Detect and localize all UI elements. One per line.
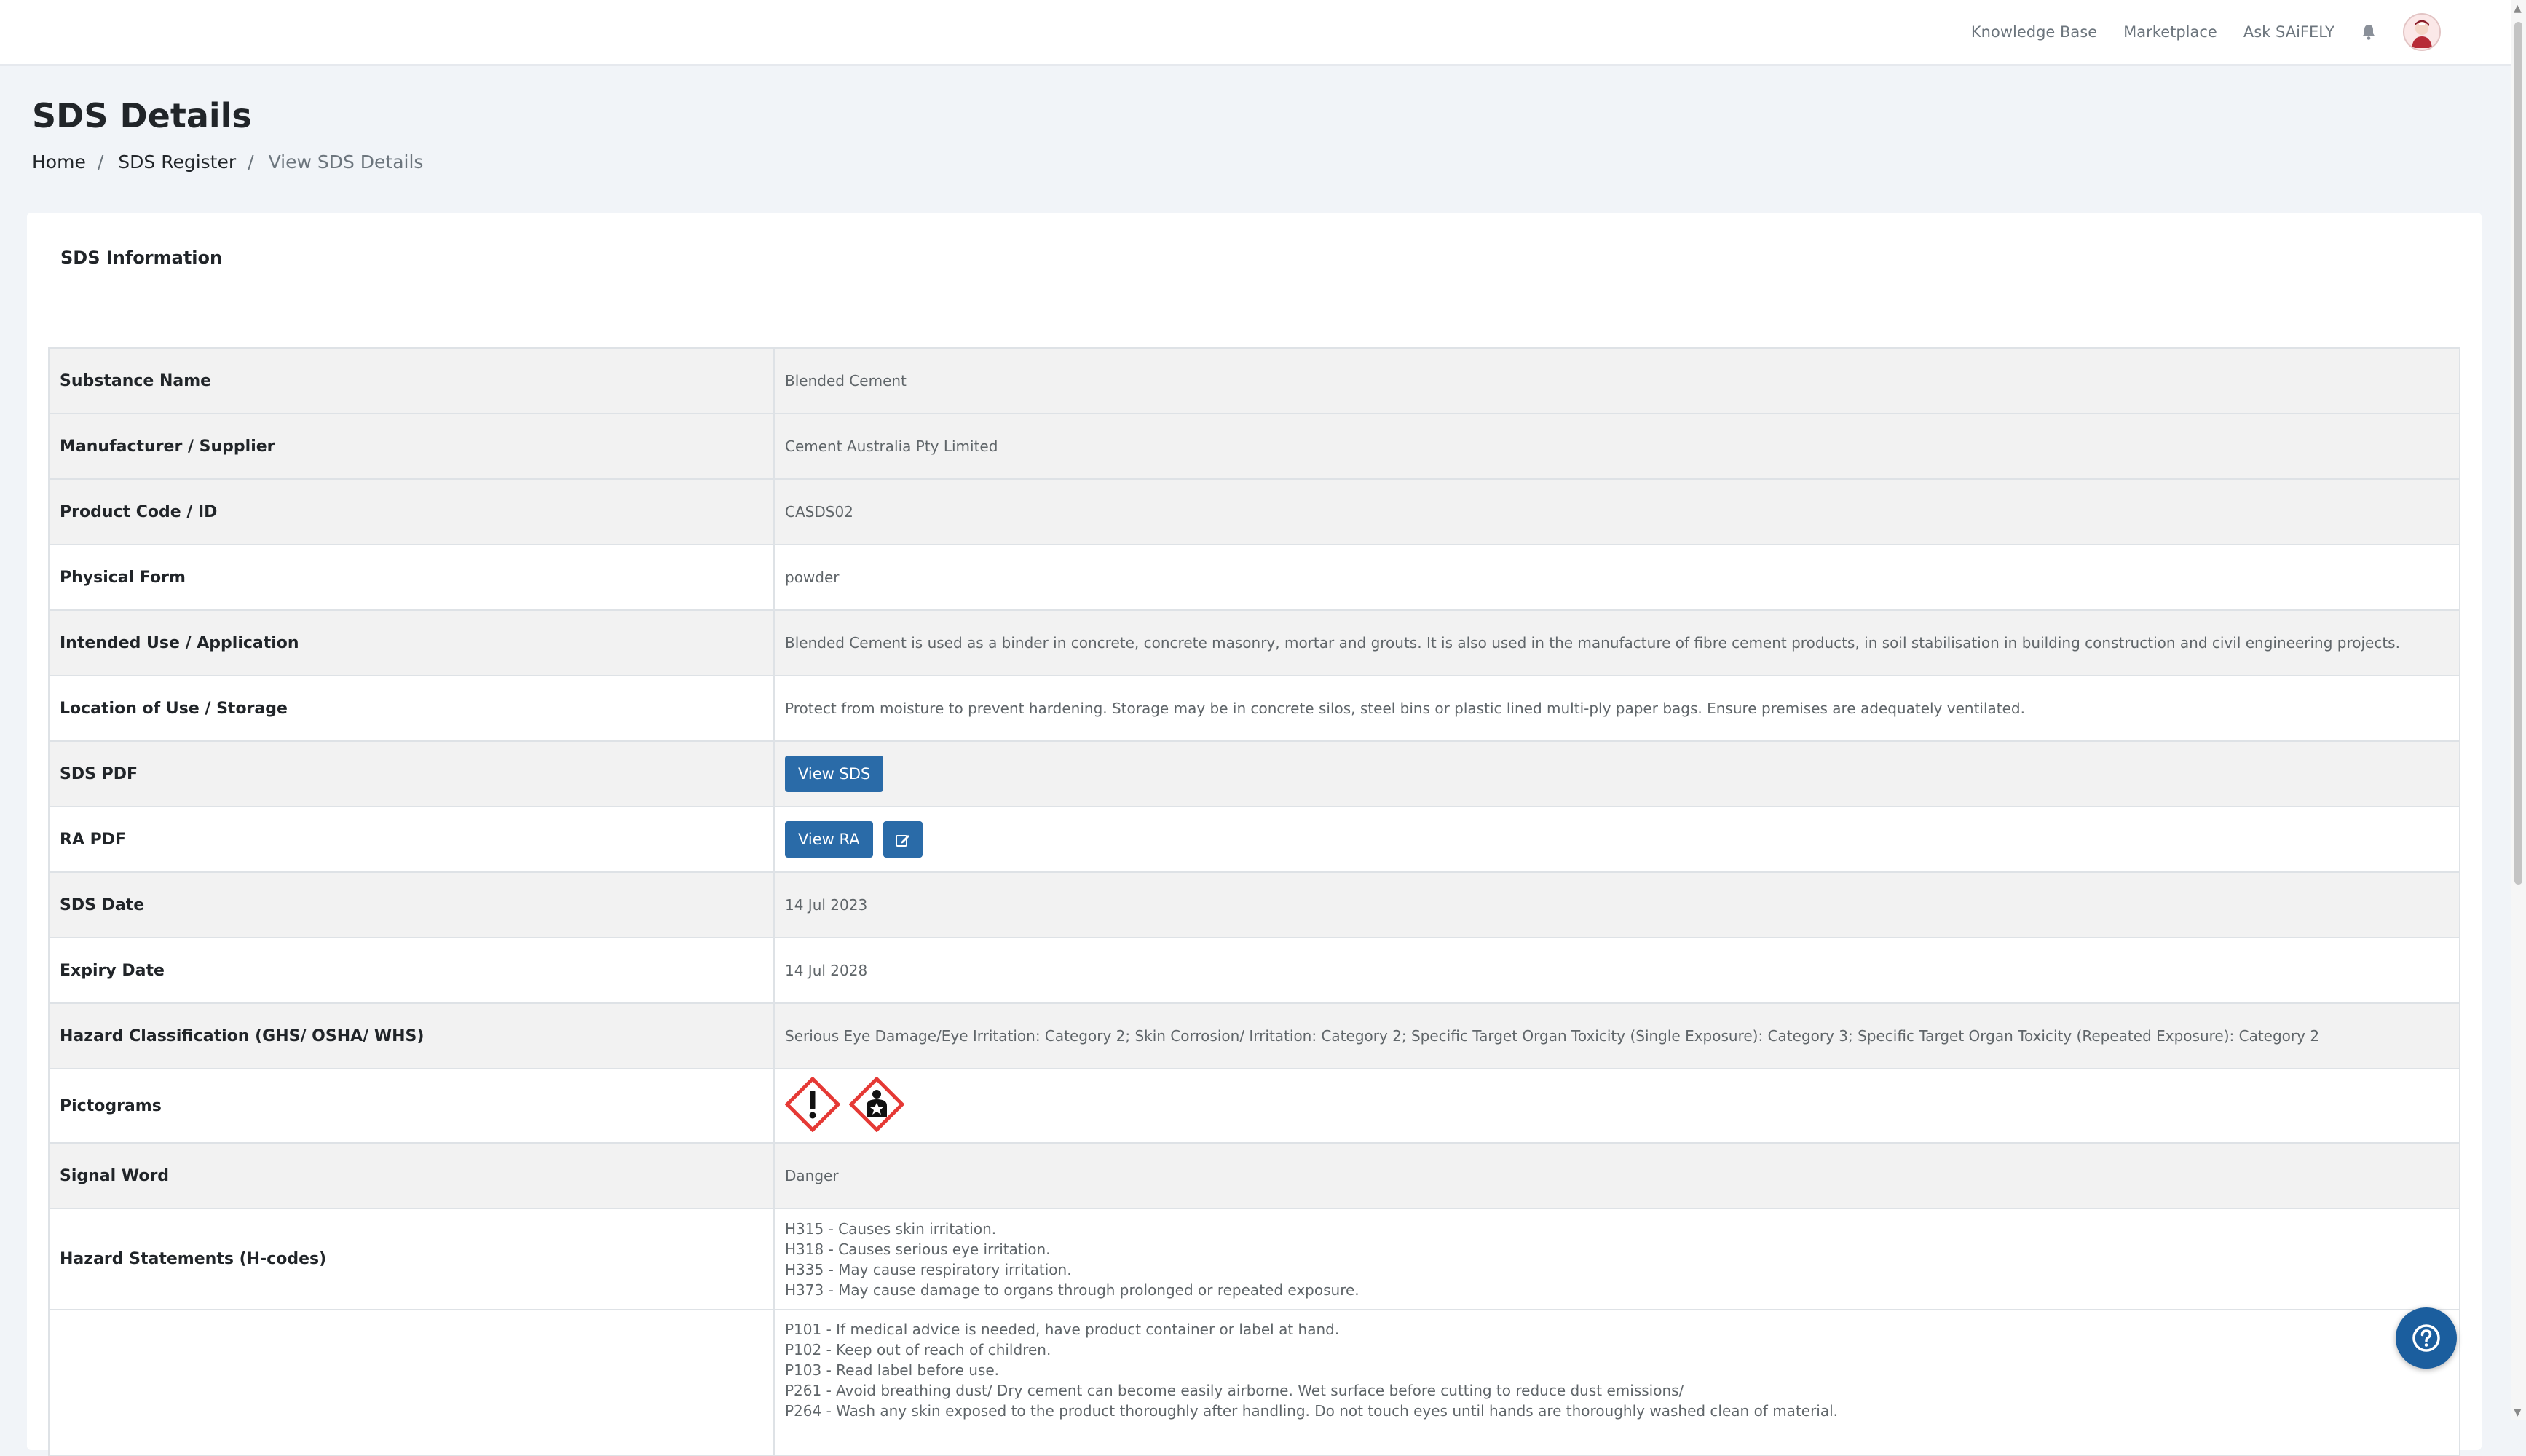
row-value: Protect from moisture to prevent hardeni… [773,675,2460,742]
row-value: View SDS [773,740,2460,807]
row-value: View RA [773,806,2460,873]
precautionary-statement: P103 - Read label before use. [785,1361,999,1379]
row-label: Product Code / ID [48,478,775,545]
table-row: Product Code / ID CASDS02 [48,478,2460,545]
table-row: Hazard Statements (H-codes) H315 - Cause… [48,1208,2460,1310]
row-value: Danger [773,1142,2460,1209]
row-label: RA PDF [48,806,775,873]
breadcrumb-sds-register[interactable]: SDS Register [118,151,236,173]
sds-information-table: Substance Name Blended Cement Manufactur… [48,347,2460,1456]
table-row: Pictograms [48,1068,2460,1144]
row-label [48,1309,775,1456]
row-value: Cement Australia Pty Limited [773,413,2460,480]
row-label: SDS PDF [48,740,775,807]
sds-information-card: SDS Information Substance Name Blended C… [27,213,2482,1456]
row-label: Signal Word [48,1142,775,1209]
table-row: Substance Name Blended Cement [48,347,2460,414]
row-value: H315 - Causes skin irritation. H318 - Ca… [773,1208,2460,1310]
hazard-statement: H315 - Causes skin irritation. [785,1219,997,1238]
row-label: Location of Use / Storage [48,675,775,742]
question-icon [2412,1324,2440,1352]
table-row: Hazard Classification (GHS/ OSHA/ WHS) S… [48,1002,2460,1069]
hazard-statement: H335 - May cause respiratory irritation. [785,1260,1072,1278]
precautionary-statement: P264 - Wash any skin exposed to the prod… [785,1402,1839,1420]
row-value: CASDS02 [773,478,2460,545]
card-title: SDS Information [60,248,223,268]
row-value: powder [773,544,2460,611]
precautionary-statement: P102 - Keep out of reach of children. [785,1341,1051,1358]
breadcrumb-current: View SDS Details [268,151,424,173]
help-button[interactable] [2396,1307,2457,1369]
hazard-statement: H373 - May cause damage to organs throug… [785,1281,1359,1299]
row-label: Pictograms [48,1068,775,1144]
row-label: SDS Date [48,871,775,938]
row-value: Blended Cement is used as a binder in co… [773,609,2460,676]
scroll-up-icon[interactable]: ▲ [2514,3,2522,15]
table-row: RA PDF View RA [48,806,2460,873]
row-label: Intended Use / Application [48,609,775,676]
row-label: Hazard Statements (H-codes) [48,1208,775,1310]
exclamation-mark-pictogram-icon [784,1075,841,1136]
table-row: SDS PDF View SDS [48,740,2460,807]
nav-ask-saifely[interactable]: Ask SAiFELY [2243,23,2334,41]
table-row: P101 - If medical advice is needed, have… [48,1309,2460,1456]
row-value: P101 - If medical advice is needed, have… [773,1309,2460,1456]
nav-marketplace[interactable]: Marketplace [2123,23,2217,41]
breadcrumb: Home / SDS Register / View SDS Details [32,151,423,173]
table-row: Expiry Date 14 Jul 2028 [48,937,2460,1004]
row-label: Physical Form [48,544,775,611]
row-value: Blended Cement [773,347,2460,414]
precautionary-statement: P101 - If medical advice is needed, have… [785,1321,1340,1338]
avatar[interactable] [2403,13,2441,51]
page-title: SDS Details [32,96,252,135]
breadcrumb-separator: / [248,151,254,173]
breadcrumb-home[interactable]: Home [32,151,86,173]
table-row: Physical Form powder [48,544,2460,611]
edit-ra-button[interactable] [883,821,923,858]
precautionary-statement: P261 - Avoid breathing dust/ Dry cement … [785,1382,1684,1399]
table-row: SDS Date 14 Jul 2023 [48,871,2460,938]
table-row: Manufacturer / Supplier Cement Australia… [48,413,2460,480]
top-nav: Knowledge Base Marketplace Ask SAiFELY [1945,0,2441,64]
hazard-statement: H318 - Causes serious eye irritation. [785,1240,1051,1258]
edit-icon [895,835,909,847]
row-label: Manufacturer / Supplier [48,413,775,480]
top-navbar: Knowledge Base Marketplace Ask SAiFELY [0,0,2511,66]
bell-icon[interactable] [2361,23,2377,41]
table-row: Location of Use / Storage Protect from m… [48,675,2460,742]
row-label: Expiry Date [48,937,775,1004]
nav-knowledge-base[interactable]: Knowledge Base [1971,23,2097,41]
row-value: 14 Jul 2023 [773,871,2460,938]
health-hazard-pictogram-icon [848,1075,905,1136]
scroll-down-icon[interactable]: ▼ [2514,1406,2522,1418]
page-scrollbar[interactable]: ▲ ▼ [2511,0,2526,1420]
table-row: Signal Word Danger [48,1142,2460,1209]
row-label: Hazard Classification (GHS/ OSHA/ WHS) [48,1002,775,1069]
row-value [773,1068,2460,1144]
scrollbar-thumb[interactable] [2514,22,2522,885]
row-value: Serious Eye Damage/Eye Irritation: Categ… [773,1002,2460,1069]
row-label: Substance Name [48,347,775,414]
table-row: Intended Use / Application Blended Cemen… [48,609,2460,676]
breadcrumb-separator: / [97,151,104,173]
view-ra-button[interactable]: View RA [785,821,873,858]
row-value: 14 Jul 2028 [773,937,2460,1004]
view-sds-button[interactable]: View SDS [785,756,884,792]
